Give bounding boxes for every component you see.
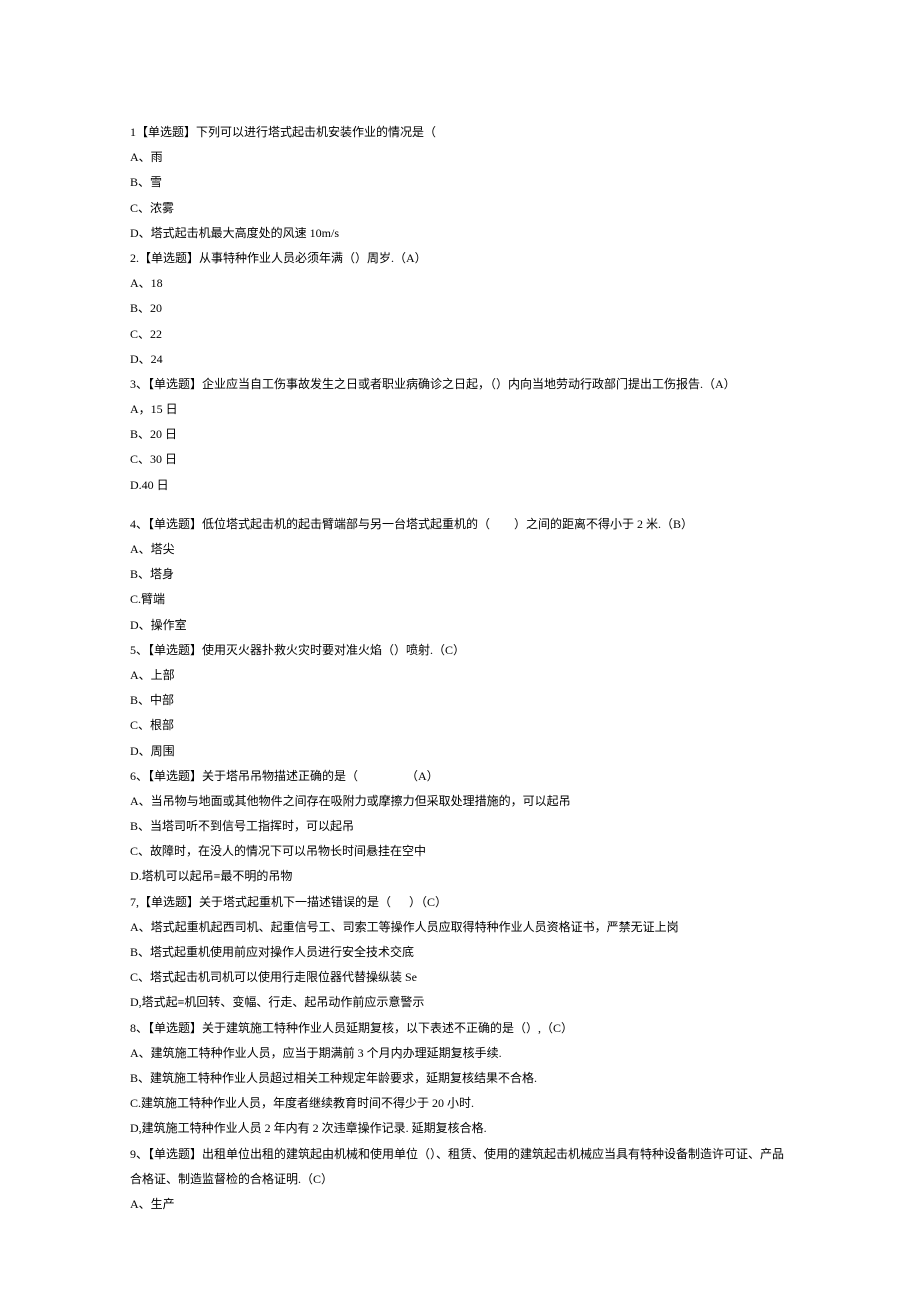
document-line: C、塔式起击机司机可以使用行走限位器代替操纵装 Se	[130, 965, 790, 990]
document-line: A、当吊物与地面或其他物件之间存在吸附力或摩擦力但采取处理措施的，可以起吊	[130, 789, 790, 814]
document-line: C、浓雾	[130, 196, 790, 221]
document-line: B、20	[130, 296, 790, 321]
document-line: 7,【单选题】关于塔式起重机下一描述错误的是（ ）（C）	[130, 890, 790, 915]
document-line: A、生产	[130, 1192, 790, 1217]
document-line: B、塔身	[130, 562, 790, 587]
document-line	[130, 498, 790, 512]
document-line: B、当塔司听不到信号工指挥时，可以起吊	[130, 814, 790, 839]
document-line: D,塔式起≡机回转、变幅、行走、起吊动作前应示意警示	[130, 990, 790, 1015]
document-line: A、塔尖	[130, 537, 790, 562]
document-line: C、22	[130, 322, 790, 347]
document-line: B、建筑施工特种作业人员超过相关工种规定年龄要求，延期复核结果不合格.	[130, 1066, 790, 1091]
document-line: 8、【单选题】关于建筑施工特种作业人员延期复核，以下表述不正确的是（）,（C）	[130, 1016, 790, 1041]
document-line: 3、【单选题】企业应当自工伤事故发生之日或者职业病确诊之日起，（）内向当地劳动行…	[130, 372, 790, 397]
document-line: C、根部	[130, 713, 790, 738]
document-line: 6、【单选题】关于塔吊吊物描述正确的是（ （A）	[130, 764, 790, 789]
document-line: D、周围	[130, 739, 790, 764]
document-line: 5、【单选题】使用灭火器扑救火灾时要对准火焰（）喷射.（C）	[130, 638, 790, 663]
document-line: A，15 日	[130, 397, 790, 422]
document-line: C.臂端	[130, 587, 790, 612]
document-line: D.塔机可以起吊≡最不明的吊物	[130, 864, 790, 889]
document-line: B、20 日	[130, 422, 790, 447]
document-line: A、上部	[130, 663, 790, 688]
document-line: A、18	[130, 271, 790, 296]
document-line: C、30 日	[130, 447, 790, 472]
document-line: B、塔式起重机使用前应对操作人员进行安全技术交底	[130, 940, 790, 965]
document-line: D,建筑施工特种作业人员 2 年内有 2 次违章操作记录. 延期复核合格.	[130, 1116, 790, 1141]
document-line: D、24	[130, 347, 790, 372]
document-line: D、塔式起击机最大高度处的风速 10m/s	[130, 221, 790, 246]
document-line: C.建筑施工特种作业人员，年度者继续教育时间不得少于 20 小时.	[130, 1091, 790, 1116]
document-line: A、雨	[130, 145, 790, 170]
document-line: 4、【单选题】低位塔式起击机的起击臂端部与另一台塔式起重机的（ ）之间的距离不得…	[130, 512, 790, 537]
document-line: A、建筑施工特种作业人员，应当于期满前 3 个月内办理延期复核手续.	[130, 1041, 790, 1066]
document-line: 9、【单选题】出租单位出租的建筑起由机械和使用单位（）、租赁、使用的建筑起击机械…	[130, 1142, 790, 1192]
document-line: B、中部	[130, 688, 790, 713]
document-line: D、操作室	[130, 613, 790, 638]
document-line: D.40 日	[130, 473, 790, 498]
document-line: 2.【单选题】从事特种作业人员必须年满（）周岁.（A）	[130, 246, 790, 271]
document-line: 1【单选题】下列可以进行塔式起击机安装作业的情况是（	[130, 120, 790, 145]
document-line: A、塔式起重机起西司机、起重信号工、司索工等操作人员应取得特种作业人员资格证书，…	[130, 915, 790, 940]
document-line: B、雪	[130, 170, 790, 195]
document-line: C、故障时，在没人的情况下可以吊物长时间悬挂在空中	[130, 839, 790, 864]
